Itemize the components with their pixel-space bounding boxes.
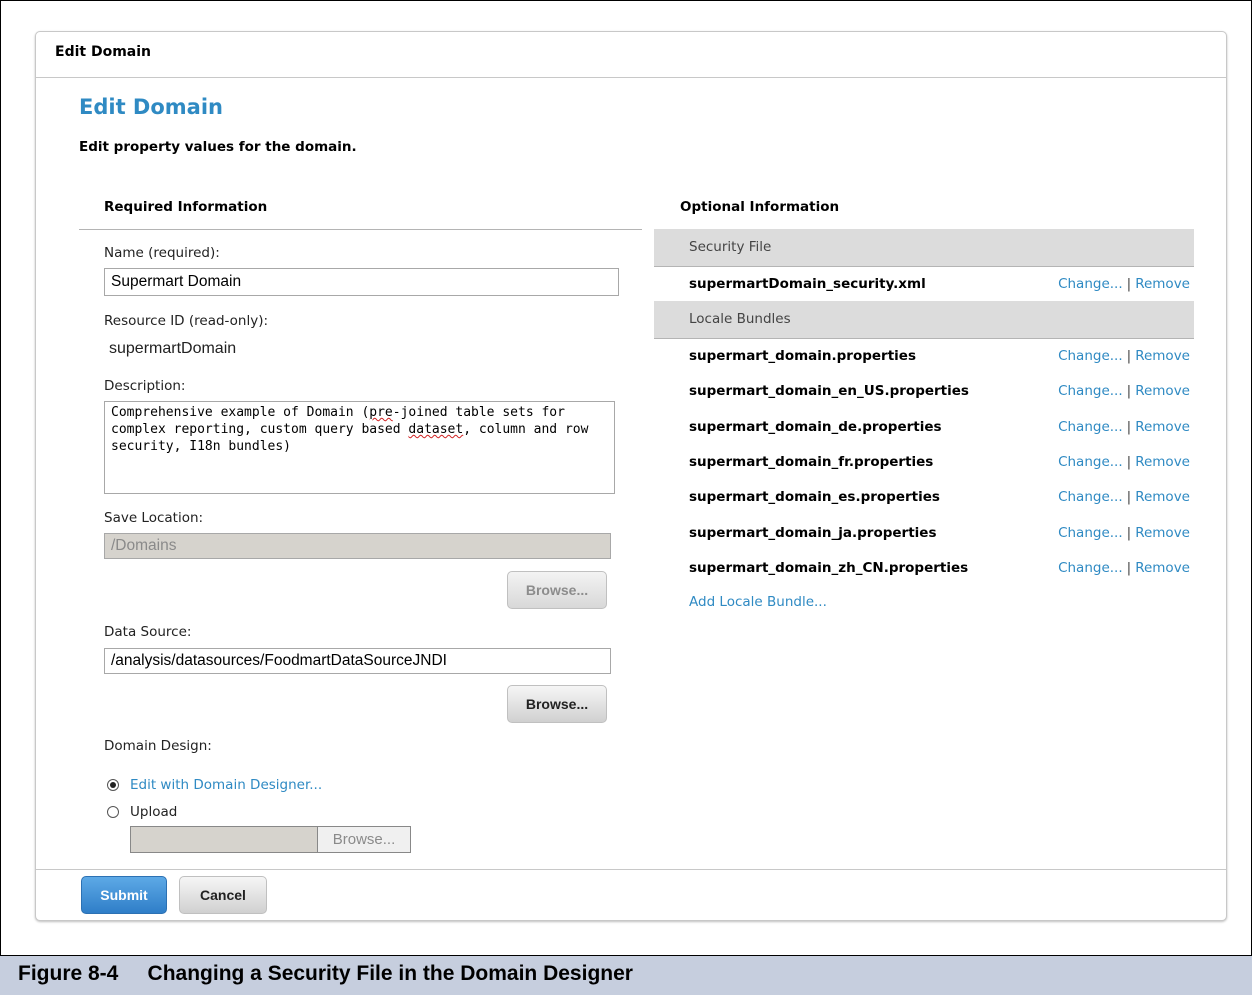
save-location-input	[104, 533, 611, 559]
change-locale-bundle-link[interactable]: Change...	[1058, 383, 1123, 399]
page-title: Edit Domain	[79, 95, 223, 119]
action-separator: |	[1126, 560, 1132, 576]
security-file-header-label: Security File	[689, 239, 772, 255]
description-textarea[interactable]: Comprehensive example of Domain (pre-joi…	[104, 401, 615, 494]
change-locale-bundle-link[interactable]: Change...	[1058, 525, 1123, 541]
description-text-1: Comprehensive example of Domain (	[111, 405, 370, 420]
action-separator: |	[1126, 489, 1132, 505]
locale-bundle-actions: Change... | Remove	[1058, 419, 1190, 435]
remove-locale-bundle-link[interactable]: Remove	[1135, 560, 1190, 576]
locale-bundle-name: supermart_domain_zh_CN.properties	[689, 560, 969, 576]
change-locale-bundle-link[interactable]: Change...	[1058, 454, 1123, 470]
save-location-label: Save Location:	[104, 510, 204, 526]
optional-section-title: Optional Information	[680, 199, 840, 215]
name-label: Name (required):	[104, 245, 220, 261]
upload-browse-button: Browse...	[317, 826, 411, 853]
remove-security-file-link[interactable]: Remove	[1135, 276, 1190, 292]
remove-locale-bundle-link[interactable]: Remove	[1135, 525, 1190, 541]
change-locale-bundle-link[interactable]: Change...	[1058, 489, 1123, 505]
footer-rule	[36, 869, 1226, 870]
remove-locale-bundle-link[interactable]: Remove	[1135, 489, 1190, 505]
description-label: Description:	[104, 378, 186, 394]
upload-label: Upload	[130, 804, 178, 820]
locale-bundle-actions: Change... | Remove	[1058, 489, 1190, 505]
upload-radio[interactable]	[107, 806, 119, 818]
data-source-browse-button[interactable]: Browse...	[507, 685, 607, 723]
remove-locale-bundle-link[interactable]: Remove	[1135, 454, 1190, 470]
locale-bundle-row: supermart_domain_fr.properties Change... |…	[689, 454, 1194, 474]
locale-bundle-row: supermart_domain_en_US.properties Change.…	[689, 383, 1194, 403]
data-source-label: Data Source:	[104, 624, 192, 640]
remove-locale-bundle-link[interactable]: Remove	[1135, 383, 1190, 399]
locale-bundle-row: supermart_domain_zh_CN.properties Change.…	[689, 560, 1194, 580]
description-text-4: dataset	[408, 422, 464, 437]
edit-with-designer-radio[interactable]	[107, 779, 119, 791]
security-file-name: supermartDomain_security.xml	[689, 276, 926, 292]
submit-button[interactable]: Submit	[81, 876, 167, 914]
action-separator: |	[1126, 525, 1132, 541]
locale-bundle-row: supermart_domain_es.properties Change... |…	[689, 489, 1194, 509]
change-security-file-link[interactable]: Change...	[1058, 276, 1123, 292]
locale-bundle-name: supermart_domain_de.properties	[689, 419, 942, 435]
action-separator: |	[1126, 454, 1132, 470]
locale-bundle-actions: Change... | Remove	[1058, 525, 1190, 541]
locale-bundle-name: supermart_domain.properties	[689, 348, 916, 364]
locale-bundle-actions: Change... | Remove	[1058, 560, 1190, 576]
action-separator: |	[1126, 276, 1132, 292]
security-file-actions: Change... | Remove	[1058, 276, 1190, 292]
action-separator: |	[1126, 383, 1132, 399]
locale-bundle-name: supermart_domain_ja.properties	[689, 525, 937, 541]
required-section-rule	[79, 229, 642, 230]
resource-id-label: Resource ID (read-only):	[104, 313, 269, 329]
action-separator: |	[1126, 348, 1132, 364]
security-file-header: Security File	[654, 229, 1194, 267]
add-locale-bundle-link[interactable]: Add Locale Bundle...	[689, 594, 827, 610]
panel-header: Edit Domain	[36, 32, 1226, 78]
locale-bundles-header: Locale Bundles	[654, 301, 1194, 339]
locale-bundle-row: supermart_domain_de.properties Change... |…	[689, 419, 1194, 439]
locale-bundle-row: supermart_domain_ja.properties Change... |…	[689, 525, 1194, 545]
locale-bundles-header-label: Locale Bundles	[689, 311, 791, 327]
locale-bundle-name: supermart_domain_fr.properties	[689, 454, 934, 470]
edit-with-designer-link[interactable]: Edit with Domain Designer...	[130, 777, 322, 793]
remove-locale-bundle-link[interactable]: Remove	[1135, 348, 1190, 364]
page-subtitle: Edit property values for the domain.	[79, 139, 357, 155]
locale-bundle-name: supermart_domain_es.properties	[689, 489, 940, 505]
action-separator: |	[1126, 419, 1132, 435]
resource-id-value: supermartDomain	[109, 340, 237, 357]
domain-design-label: Domain Design:	[104, 738, 212, 754]
name-input[interactable]	[104, 268, 619, 296]
locale-bundle-actions: Change... | Remove	[1058, 454, 1190, 470]
locale-bundle-actions: Change... | Remove	[1058, 383, 1190, 399]
security-file-row: supermartDomain_security.xml Change... | R…	[689, 276, 1194, 296]
locale-bundle-row: supermart_domain.properties Change... | Rem…	[689, 348, 1194, 368]
data-source-input[interactable]	[104, 648, 611, 674]
figure-caption-text: Figure 8-4 Changing a Security File in t…	[18, 962, 633, 985]
figure-caption: Figure 8-4 Changing a Security File in t…	[0, 955, 1252, 995]
upload-file-input	[130, 826, 318, 853]
locale-bundle-name: supermart_domain_en_US.properties	[689, 383, 969, 399]
required-section-title: Required Information	[104, 199, 268, 215]
cancel-button[interactable]: Cancel	[179, 876, 267, 914]
remove-locale-bundle-link[interactable]: Remove	[1135, 419, 1190, 435]
description-text-2: pre	[369, 405, 393, 420]
locale-bundle-actions: Change... | Remove	[1058, 348, 1190, 364]
change-locale-bundle-link[interactable]: Change...	[1058, 419, 1123, 435]
change-locale-bundle-link[interactable]: Change...	[1058, 560, 1123, 576]
panel-header-title: Edit Domain	[55, 44, 151, 60]
change-locale-bundle-link[interactable]: Change...	[1058, 348, 1123, 364]
edit-domain-panel: Edit Domain Edit Domain Edit property va…	[35, 31, 1227, 921]
save-location-browse-button: Browse...	[507, 571, 607, 609]
